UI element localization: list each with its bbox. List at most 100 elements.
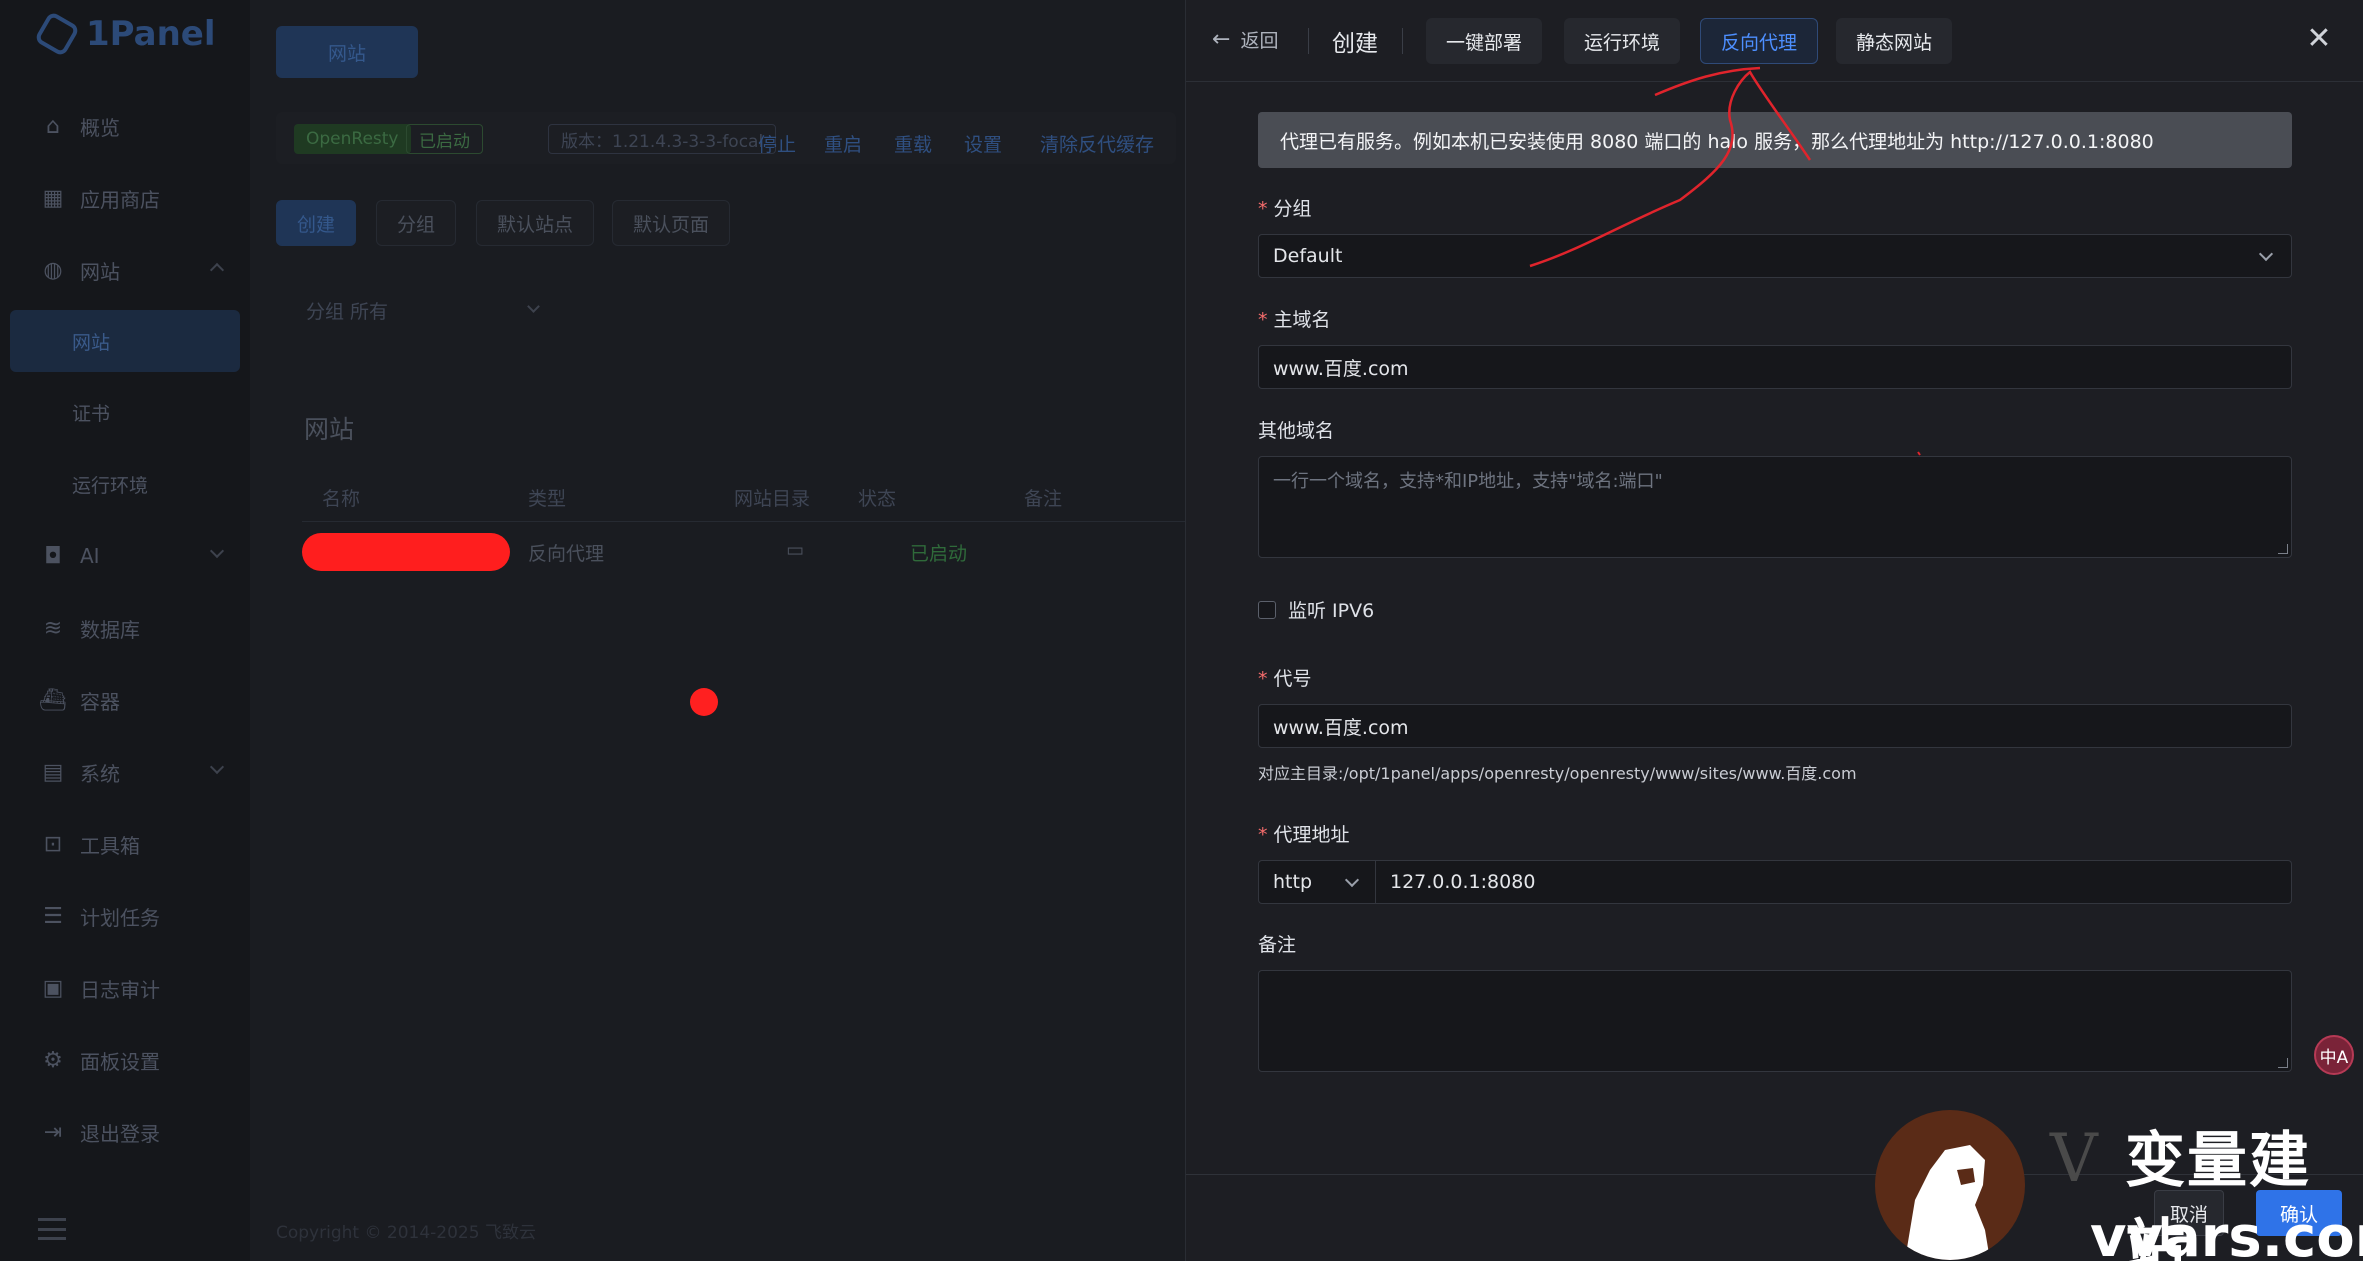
sidebar-item-label: 系统 (80, 761, 120, 786)
site-status[interactable]: 已启动 (910, 539, 967, 566)
globe-icon: ◍ (43, 257, 63, 283)
translate-icon[interactable]: 中A (2314, 1035, 2354, 1075)
column-header-status[interactable]: 状态 (858, 484, 896, 511)
sidebar-item-logout[interactable]: ⇥ 退出登录 (0, 1096, 250, 1168)
arrow-left-icon: ← (1212, 27, 1231, 52)
drawer-title: 创建 (1332, 31, 1378, 57)
copyright: Copyright © 2014-2025 飞致云 (276, 1223, 536, 1243)
create-button[interactable]: 创建 (276, 200, 357, 246)
group-select[interactable]: Default (1258, 234, 2292, 278)
database-icon: ≋ (43, 615, 63, 641)
sidebar-item-label: 退出登录 (80, 1121, 160, 1146)
sidebar-item-system[interactable]: ▤ 系统 (0, 736, 250, 808)
column-header-remark: 备注 (1024, 488, 1063, 510)
sidebar-item-container[interactable]: ⛴ 容器 (0, 664, 250, 736)
tab-runtime[interactable]: 运行环境 (1564, 18, 1681, 64)
panel-title: 网站 (304, 415, 355, 444)
toolbox-icon: ⊡ (43, 831, 63, 857)
column-header-directory: 网站目录 (734, 488, 811, 510)
openresty-status-bar: OpenResty 已启动 版本：1.21.4.3-3-3-focal 停止 重… (276, 112, 1176, 164)
column-header-type[interactable]: 类型 (528, 484, 566, 511)
watermark-letter: V (2050, 1120, 2098, 1197)
chevron-down-icon (1344, 872, 1360, 888)
group-filter-select[interactable]: 分组 所有 (290, 290, 550, 330)
reload-link[interactable]: 重载 (894, 130, 932, 157)
sidebar-item-overview[interactable]: ⌂ 概览 (0, 90, 250, 162)
sidebar-item-app-store[interactable]: ▦ 应用商店 (0, 162, 250, 234)
clear-proxy-cache-link[interactable]: 清除反代缓存 (1040, 130, 1154, 157)
close-icon[interactable]: ✕ (2304, 24, 2334, 54)
sidebar-subitem-certificate[interactable]: 证书 (0, 376, 250, 448)
logout-icon: ⇥ (43, 1119, 63, 1145)
main-content: 网站 OpenResty 已启动 版本：1.21.4.3-3-3-focal 停… (250, 0, 1185, 1261)
sidebar-item-label: 应用商店 (80, 187, 160, 212)
default-site-button[interactable]: 默认站点 (476, 200, 595, 246)
folder-icon[interactable]: ▭ (786, 539, 804, 561)
sidebar-item-cron[interactable]: ☰ 计划任务 (0, 880, 250, 952)
sidebar-item-toolbox[interactable]: ⊡ 工具箱 (0, 808, 250, 880)
apps-icon: ▦ (42, 185, 64, 211)
app-badge: OpenResty (294, 124, 411, 154)
other-domains-placeholder: 一行一个域名，支持*和IP地址，支持"域名:端口" (1273, 471, 1663, 492)
sidebar-subitem-website[interactable]: 网站 (10, 310, 240, 372)
ipv6-checkbox[interactable] (1258, 600, 1276, 619)
sidebar-subitem-runtime[interactable]: 运行环境 (0, 448, 250, 520)
log-icon: ▣ (42, 975, 64, 1001)
sidebar-menu: ⌂ 概览 ▦ 应用商店 ◍ 网站 网站 证书 运行环境 ◘ AI ≋ 数据库 ⛴… (0, 90, 250, 1168)
restart-link[interactable]: 重启 (824, 130, 862, 157)
chevron-up-icon (209, 262, 225, 278)
table-row[interactable]: 反向代理 ▭ 已启动 (302, 525, 1185, 581)
container-icon: ⛴ (39, 687, 67, 713)
logo: 1Panel (33, 10, 216, 58)
group-filter-value: 分组 所有 (306, 300, 389, 323)
watermark-url: vvars.com (2090, 1205, 2363, 1261)
settings-link[interactable]: 设置 (964, 130, 1002, 157)
info-alert: 代理已有服务。例如本机已安装使用 8080 端口的 halo 服务，那么代理地址… (1258, 112, 2292, 168)
sidebar-item-label: 网站 (80, 259, 120, 284)
sidebar-item-log-audit[interactable]: ▣ 日志审计 (0, 952, 250, 1024)
primary-domain-input[interactable]: www.百度.com (1258, 345, 2292, 389)
robot-icon: ◘ (44, 543, 62, 569)
divider (1402, 28, 1403, 54)
sidebar-item-label: AI (80, 544, 100, 568)
default-page-button[interactable]: 默认页面 (612, 200, 731, 246)
sidebar-item-label: 日志审计 (80, 977, 160, 1002)
sidebar: 1Panel ⌂ 概览 ▦ 应用商店 ◍ 网站 网站 证书 运行环境 ◘ AI (0, 0, 250, 1261)
alias-label: * 代号 (1258, 668, 1312, 690)
stop-link[interactable]: 停止 (758, 130, 796, 157)
group-label: * 分组 (1258, 198, 1312, 220)
other-domains-textarea[interactable]: 一行一个域名，支持*和IP地址，支持"域名:端口" (1258, 456, 2292, 558)
back-button[interactable]: ← 返回 (1212, 26, 1278, 53)
alias-input[interactable]: www.百度.com (1258, 704, 2292, 748)
ipv6-checkbox-row[interactable]: 监听 IPV6 (1258, 596, 1374, 623)
back-label: 返回 (1240, 30, 1279, 52)
sidebar-item-label: 容器 (80, 689, 120, 714)
sidebar-item-website[interactable]: ◍ 网站 (0, 234, 250, 306)
sidebar-item-ai[interactable]: ◘ AI (0, 520, 250, 592)
tab-website[interactable]: 网站 (276, 26, 418, 78)
sidebar-item-database[interactable]: ≋ 数据库 (0, 592, 250, 664)
tab-one-click-deploy[interactable]: 一键部署 (1426, 18, 1543, 64)
tab-reverse-proxy[interactable]: 反向代理 (1700, 18, 1819, 64)
sidebar-item-label: 工具箱 (80, 833, 140, 858)
resize-handle-icon[interactable] (2278, 1058, 2288, 1068)
other-domains-label: 其他域名 (1258, 420, 1335, 442)
proxy-address-input[interactable]: 127.0.0.1:8080 (1376, 860, 2292, 904)
protocol-select[interactable]: http (1258, 860, 1376, 904)
app-root: 1Panel ⌂ 概览 ▦ 应用商店 ◍ 网站 网站 证书 运行环境 ◘ AI (0, 0, 2363, 1261)
primary-domain-label: * 主域名 (1258, 309, 1331, 331)
redacted-site-name (302, 533, 510, 571)
sidebar-item-label: 概览 (80, 115, 120, 140)
proxy-address-label: * 代理地址 (1258, 824, 1350, 846)
sidebar-item-settings[interactable]: ⚙ 面板设置 (0, 1024, 250, 1096)
group-button[interactable]: 分组 (376, 200, 457, 246)
chevron-down-icon (2258, 246, 2274, 262)
collapse-menu-icon[interactable] (38, 1218, 66, 1240)
tab-static-site[interactable]: 静态网站 (1836, 18, 1953, 64)
status-badge: 已启动 (406, 124, 483, 154)
chevron-down-icon (527, 300, 540, 313)
chevron-down-icon (209, 543, 225, 559)
column-header-name[interactable]: 名称 (322, 484, 360, 511)
resize-handle-icon[interactable] (2278, 544, 2288, 554)
remark-textarea[interactable] (1258, 970, 2292, 1072)
